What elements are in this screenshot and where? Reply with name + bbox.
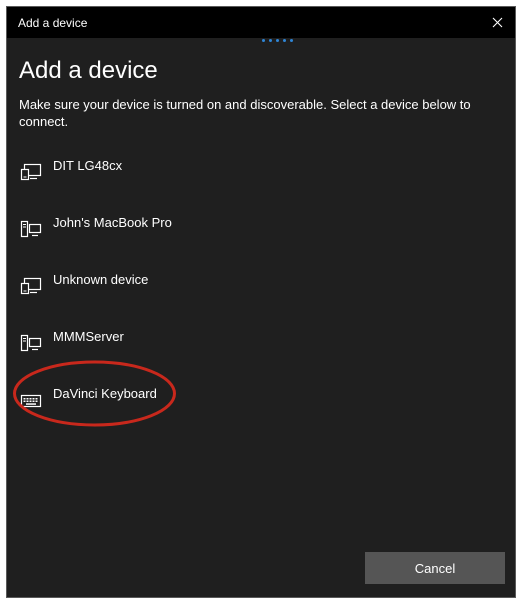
device-item-davinci-keyboard[interactable]: DaVinci Keyboard bbox=[7, 375, 515, 425]
display-device-icon bbox=[20, 163, 42, 181]
device-label: John's MacBook Pro bbox=[53, 215, 172, 230]
device-item-dit-lg48cx[interactable]: DIT LG48cx bbox=[7, 147, 515, 197]
device-label: MMMServer bbox=[53, 329, 124, 344]
display-device-icon bbox=[20, 277, 42, 295]
device-label: DaVinci Keyboard bbox=[53, 386, 157, 401]
keyboard-icon bbox=[20, 394, 42, 408]
device-item-mmmserver[interactable]: MMMServer bbox=[7, 318, 515, 368]
computer-device-icon bbox=[20, 334, 42, 352]
device-item-johns-macbook-pro[interactable]: John's MacBook Pro bbox=[7, 204, 515, 254]
device-label: Unknown device bbox=[53, 272, 149, 287]
add-device-window: Add a device Add a device Make sure your… bbox=[6, 6, 516, 598]
close-icon bbox=[492, 17, 502, 28]
title-bar: Add a device bbox=[7, 7, 515, 38]
instruction-text: Make sure your device is turned on and d… bbox=[19, 97, 471, 129]
computer-device-icon bbox=[20, 220, 42, 238]
page-title: Add a device bbox=[19, 57, 158, 84]
cancel-button[interactable]: Cancel bbox=[365, 552, 505, 584]
window-title: Add a device bbox=[18, 16, 88, 30]
close-button[interactable] bbox=[479, 7, 515, 38]
device-label: DIT LG48cx bbox=[53, 158, 123, 173]
device-item-unknown-device[interactable]: Unknown device bbox=[7, 261, 515, 311]
progress-indicator bbox=[262, 39, 293, 42]
